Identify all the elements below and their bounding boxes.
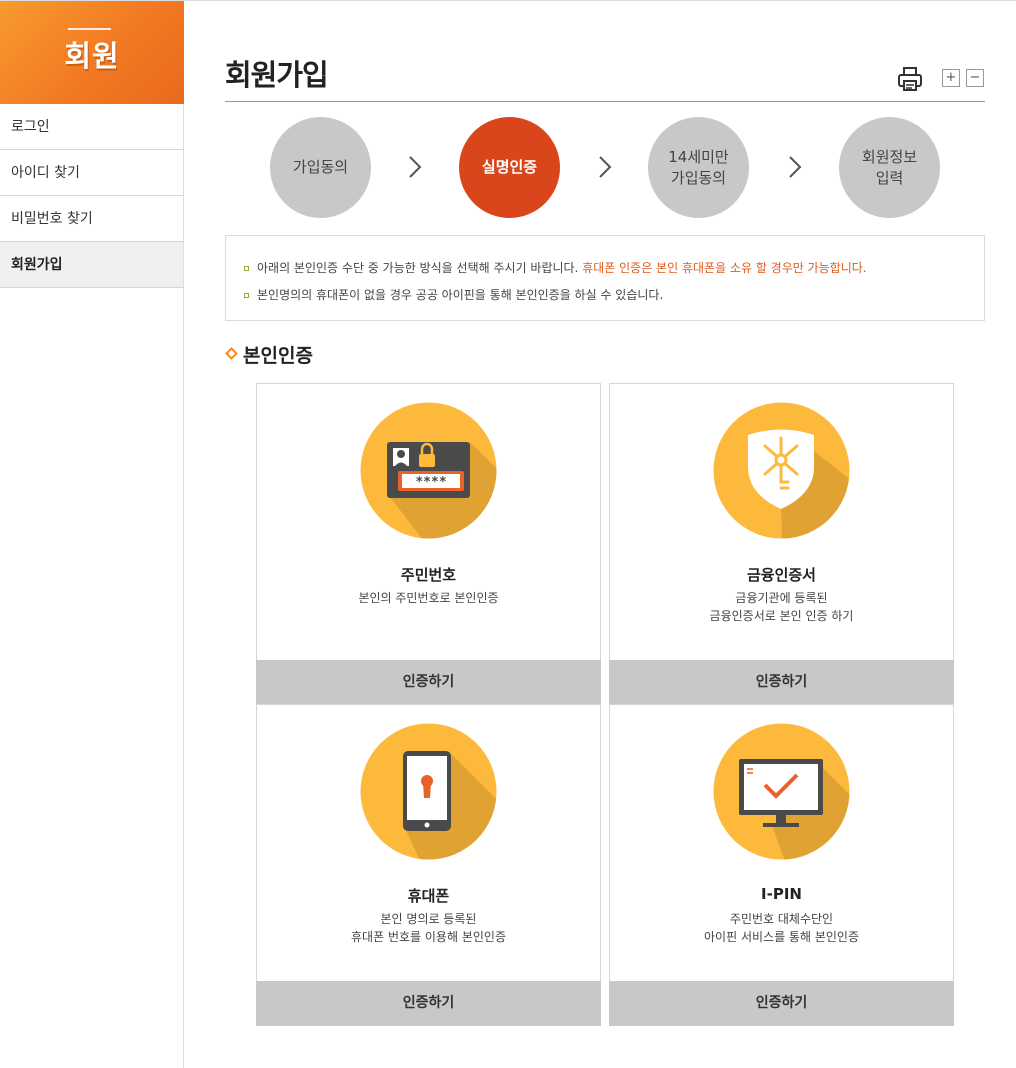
print-icon[interactable] [897, 66, 923, 92]
title-divider [225, 101, 985, 102]
sidebar-item-find-password[interactable]: 비밀번호 찾기 [0, 196, 183, 242]
password-mask: **** [415, 475, 446, 490]
signup-steps: 가입동의 실명인증 14세미만 가입동의 회원정보 입력 [270, 117, 940, 218]
card-description: 본인의 주민번호로 본인인증 [257, 589, 600, 607]
step-real-name-auth: 실명인증 [459, 117, 560, 218]
chevron-right-icon [789, 156, 802, 178]
card-desc-line: 본인 명의로 등록된 [380, 912, 477, 926]
auth-card-financial-cert: 금융인증서 금융기관에 등록된 금융인증서로 본인 인증 하기 인증하기 [609, 383, 954, 705]
zoom-in-button[interactable]: + [942, 69, 960, 87]
step-label: 가입동의 [292, 158, 349, 176]
notice-item: 아래의 본인인증 수단 중 가능한 방식을 선택해 주시기 바랍니다. 휴대폰 … [244, 255, 984, 282]
card-desc-line: 금융인증서로 본인 인증 하기 [709, 609, 854, 623]
card-desc-line: 주민번호 대체수단인 [729, 912, 834, 926]
card-desc-line: 금융기관에 등록된 [735, 591, 828, 605]
auth-card-mobile: 휴대폰 본인 명의로 등록된 휴대폰 번호를 이용해 본인인증 인증하기 [256, 704, 601, 1026]
auth-card-resident-number: **** 주민번호 본인의 주민번호로 본인인증 인증하기 [256, 383, 601, 705]
sidebar-item-login[interactable]: 로그인 [0, 104, 183, 150]
step-label: 실명인증 [481, 158, 538, 176]
chevron-right-icon [599, 156, 612, 178]
diamond-icon [225, 347, 238, 360]
step-member-info: 회원정보 입력 [839, 117, 940, 218]
step-under14-agreement: 14세미만 가입동의 [648, 117, 749, 218]
bullet-icon [244, 293, 249, 298]
chevron-right-icon [409, 156, 422, 178]
card-desc-line: 본인의 주민번호로 본인인증 [358, 591, 499, 605]
page-title: 회원가입 [225, 58, 329, 92]
card-name: 금융인증서 [746, 566, 816, 584]
step-label: 입력 [875, 168, 904, 187]
verify-button-financial-cert[interactable]: 인증하기 [609, 660, 954, 705]
monitor-check-icon [713, 723, 850, 860]
step-label: 14세미만 [668, 147, 729, 166]
notice-item: 본인명의의 휴대폰이 없을 경우 공공 아이핀을 통해 본인인증을 하실 수 있… [244, 282, 984, 309]
step-label: 가입동의 [670, 168, 727, 187]
sidebar: 회원 로그인 아이디 찾기 비밀번호 찾기 회원가입 [0, 1, 184, 1068]
id-card-lock-icon: **** [360, 402, 497, 539]
verify-button-ipin[interactable]: 인증하기 [609, 981, 954, 1026]
sidebar-item-signup[interactable]: 회원가입 [0, 242, 183, 288]
card-name: I-PIN [761, 885, 802, 903]
card-name: 휴대폰 [407, 887, 450, 905]
section-title: 본인인증 [225, 341, 313, 368]
verify-button-mobile[interactable]: 인증하기 [256, 981, 601, 1026]
card-desc-line: 아이핀 서비스를 통해 본인인증 [704, 930, 859, 944]
shield-key-icon [713, 402, 850, 539]
section-title-text: 본인인증 [243, 345, 313, 367]
bullet-icon [244, 266, 249, 271]
card-name: 주민번호 [400, 566, 457, 584]
auth-card-ipin: I-PIN 주민번호 대체수단인 아이핀 서비스를 통해 본인인증 인증하기 [609, 704, 954, 1026]
step-label: 회원정보 [861, 147, 918, 166]
card-description: 주민번호 대체수단인 아이핀 서비스를 통해 본인인증 [610, 910, 953, 946]
notice-text: 아래의 본인인증 수단 중 가능한 방식을 선택해 주시기 바랍니다. [257, 261, 583, 275]
sidebar-header-bar [68, 28, 111, 30]
card-desc-line: 휴대폰 번호를 이용해 본인인증 [351, 930, 506, 944]
step-agreement: 가입동의 [270, 117, 371, 218]
sidebar-title: 회원 [64, 39, 120, 73]
phone-lock-icon [360, 723, 497, 860]
verify-button-resident-number[interactable]: 인증하기 [256, 660, 601, 705]
zoom-out-button[interactable]: − [966, 69, 984, 87]
notice-highlight: 휴대폰 인증은 본인 휴대폰을 소유 할 경우만 가능합니다. [582, 261, 867, 275]
sidebar-header: 회원 [0, 1, 184, 104]
card-description: 본인 명의로 등록된 휴대폰 번호를 이용해 본인인증 [257, 910, 600, 946]
sidebar-menu: 로그인 아이디 찾기 비밀번호 찾기 회원가입 [0, 104, 183, 288]
card-description: 금융기관에 등록된 금융인증서로 본인 인증 하기 [610, 589, 953, 625]
sidebar-item-find-id[interactable]: 아이디 찾기 [0, 150, 183, 196]
notice-box: 아래의 본인인증 수단 중 가능한 방식을 선택해 주시기 바랍니다. 휴대폰 … [225, 235, 985, 321]
notice-text: 본인명의의 휴대폰이 없을 경우 공공 아이핀을 통해 본인인증을 하실 수 있… [257, 288, 664, 302]
